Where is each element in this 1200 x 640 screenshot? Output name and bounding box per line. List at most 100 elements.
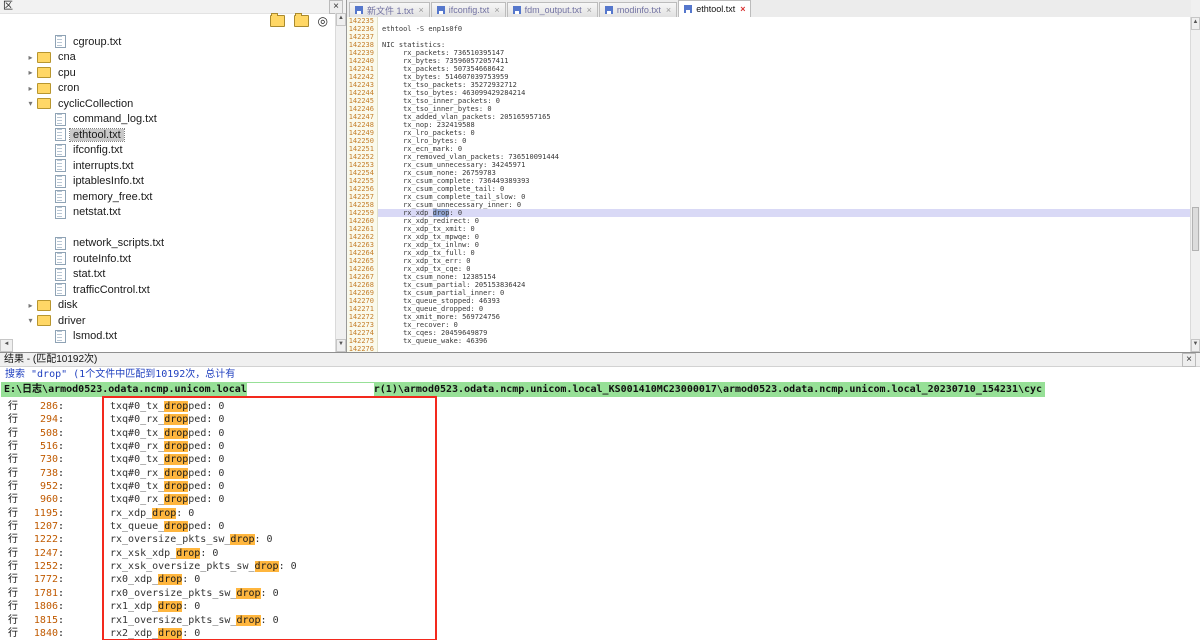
close-tab-icon[interactable]: × [419, 5, 424, 15]
editor-line: 142253 rx_csum_unnecessary: 34245971 [347, 161, 1191, 169]
result-row[interactable]: 行1781:rx0_oversize_pkts_sw_drop: 0 [0, 587, 1200, 600]
tab-1-txt[interactable]: 新文件 1.txt × [349, 2, 430, 17]
line-text: rx_packets: 736510395147 [378, 49, 1191, 57]
scroll-up-icon[interactable]: ▲ [336, 13, 346, 26]
close-panel-icon[interactable]: × [329, 0, 343, 14]
tree-item-label: ethtool.txt [70, 129, 124, 141]
result-row[interactable]: 行1195:rx_xdp_drop: 0 [0, 507, 1200, 520]
tree-item-cron[interactable]: ▸cron [0, 81, 336, 97]
result-row[interactable]: 行1815:rx1_oversize_pkts_sw_drop: 0 [0, 614, 1200, 627]
line-number: 142267 [347, 273, 378, 281]
result-rows: 行286:txq#0_tx_dropped: 0行294:txq#0_rx_dr… [0, 397, 1200, 640]
result-row[interactable]: 行738:txq#0_rx_dropped: 0 [0, 467, 1200, 480]
editor-line: 142275 tx_queue_wake: 46396 [347, 337, 1191, 345]
result-row[interactable]: 行1247:rx_xsk_xdp_drop: 0 [0, 547, 1200, 560]
scroll-down-icon[interactable]: ▼ [1191, 339, 1200, 352]
result-row[interactable]: 行1772:rx0_xdp_drop: 0 [0, 573, 1200, 586]
tree-item-label: cna [55, 51, 79, 63]
line-number: 142247 [347, 113, 378, 121]
result-text: rx0_xdp_drop: 0 [110, 573, 200, 586]
result-line-label: 行1781: [8, 587, 66, 600]
tree-item-netstat-txt[interactable]: netstat.txt [0, 205, 336, 221]
editor-scrollbar[interactable]: ▲ ▼ [1190, 17, 1200, 352]
close-results-icon[interactable]: × [1182, 353, 1196, 367]
close-tab-icon[interactable]: × [587, 5, 592, 15]
result-row[interactable]: 行1806:rx1_xdp_drop: 0 [0, 600, 1200, 613]
chevron-right-icon[interactable]: ▸ [24, 84, 37, 93]
chevron-down-icon[interactable]: ▾ [24, 316, 37, 325]
folder-icon [37, 315, 51, 326]
tree-item-trafficcontrol-txt[interactable]: trafficControl.txt [0, 282, 336, 298]
editor-line: 142239 rx_packets: 736510395147 [347, 49, 1191, 57]
folder-icon [37, 83, 51, 94]
tab-ifconfig-txt[interactable]: ifconfig.txt× [431, 2, 506, 17]
result-row[interactable]: 行730:txq#0_tx_dropped: 0 [0, 453, 1200, 466]
line-number: 142236 [347, 25, 378, 33]
tree-item-iptablesinfo-txt[interactable]: iptablesInfo.txt [0, 174, 336, 190]
chevron-right-icon[interactable]: ▸ [24, 301, 37, 310]
tree-item-cycliccollection[interactable]: ▾ cyclicCollection [0, 96, 336, 112]
tree-item-cna[interactable]: ▸ cna [0, 50, 336, 66]
editor-line: 142264 rx_xdp_tx_full: 0 [347, 249, 1191, 257]
tree-item-command-log-txt[interactable]: command_log.txt [0, 112, 336, 128]
close-tab-icon[interactable]: × [494, 5, 499, 15]
tab-ethtool-txt[interactable]: ethtool.txt× [678, 0, 751, 17]
result-line-number: 1207 [18, 520, 58, 533]
editor[interactable]: 142235142236ethtool -S enp1s0f0142237142… [347, 17, 1191, 352]
match-highlight: drop [164, 468, 188, 479]
result-line-label: 行1247: [8, 547, 66, 560]
tab-label: 新文件 1.txt [367, 4, 414, 17]
editor-line: 142249 rx_lro_packets: 0 [347, 129, 1191, 137]
tree-item-label: cyclicCollection [55, 98, 136, 110]
result-row[interactable]: 行960:txq#0_rx_dropped: 0 [0, 493, 1200, 506]
collapse-all-icon[interactable] [294, 15, 309, 27]
tree-item-lsmod-txt[interactable]: lsmod.txt [0, 329, 336, 345]
result-row[interactable]: 行516:txq#0_rx_dropped: 0 [0, 440, 1200, 453]
result-row[interactable]: 行294:txq#0_rx_dropped: 0 [0, 413, 1200, 426]
close-tab-icon[interactable]: × [740, 4, 745, 14]
locate-file-icon[interactable]: ◎ [318, 15, 328, 27]
result-row[interactable]: 行508:txq#0_tx_dropped: 0 [0, 427, 1200, 440]
scroll-left-icon[interactable]: ◄ [0, 339, 13, 352]
tab-label: fdm_output.txt [525, 5, 582, 15]
chevron-right-icon[interactable]: ▸ [24, 68, 37, 77]
tree-item-interrupts-txt[interactable]: interrupts.txt [0, 158, 336, 174]
result-row[interactable]: 行1222:rx_oversize_pkts_sw_drop: 0 [0, 533, 1200, 546]
result-row[interactable]: 行1207:tx_queue_dropped: 0 [0, 520, 1200, 533]
line-number: 142272 [347, 313, 378, 321]
tree-item-driver[interactable]: ▾driver [0, 313, 336, 329]
tree-item-disk[interactable]: ▸disk [0, 298, 336, 314]
tab-modinfo-txt[interactable]: modinfo.txt× [599, 2, 677, 17]
result-line-number: 294 [18, 413, 58, 426]
match-highlight: drop [230, 534, 254, 545]
chevron-right-icon[interactable]: ▸ [24, 53, 37, 62]
result-row[interactable]: 行1252:rx_xsk_oversize_pkts_sw_drop: 0 [0, 560, 1200, 573]
tree-item-label: lsmod.txt [70, 330, 120, 342]
tab-fdm-output-txt[interactable]: fdm_output.txt × [507, 2, 598, 17]
result-row[interactable]: 行286:txq#0_tx_dropped: 0 [0, 400, 1200, 413]
scroll-up-icon[interactable]: ▲ [1191, 17, 1200, 30]
tree-item-network-scripts-txt[interactable]: network_scripts.txt [0, 236, 336, 252]
tree-item-ethtool-txt[interactable]: ethtool.txt [0, 127, 336, 143]
line-text: tx_added_vlan_packets: 205165957165 [378, 113, 1191, 121]
line-text: rx_csum_none: 26759783 [378, 169, 1191, 177]
chevron-down-icon[interactable]: ▾ [24, 99, 37, 108]
tree-item-ifconfig-txt[interactable]: ifconfig.txt [0, 143, 336, 159]
expand-all-icon[interactable] [270, 15, 285, 27]
result-row[interactable]: 行952:txq#0_tx_dropped: 0 [0, 480, 1200, 493]
line-text: rx_lro_bytes: 0 [378, 137, 1191, 145]
tree-item-cgroup-txt[interactable]: cgroup.txt [0, 34, 336, 50]
close-tab-icon[interactable]: × [666, 5, 671, 15]
tree-item-cpu[interactable]: ▸cpu [0, 65, 336, 81]
tree-scrollbar[interactable]: ▲ ▼ [335, 13, 346, 352]
line-text: rx_removed_vlan_packets: 736510091444 [378, 153, 1191, 161]
editor-line: 142235 [347, 17, 1191, 25]
line-number: 142273 [347, 321, 378, 329]
scrollbar-thumb[interactable] [1192, 207, 1199, 251]
tree-item-memory-free-txt[interactable]: memory_free.txt [0, 189, 336, 205]
tree-item-routeinfo-txt[interactable]: routeInfo.txt [0, 251, 336, 267]
result-row[interactable]: 行1840:rx2_xdp_drop: 0 [0, 627, 1200, 640]
scroll-down-icon[interactable]: ▼ [336, 339, 346, 352]
result-file-line[interactable]: E:\日志\armod0523.odata.ncmp.unicom.localr… [0, 382, 1200, 397]
tree-item-stat-txt[interactable]: stat.txt [0, 267, 336, 283]
